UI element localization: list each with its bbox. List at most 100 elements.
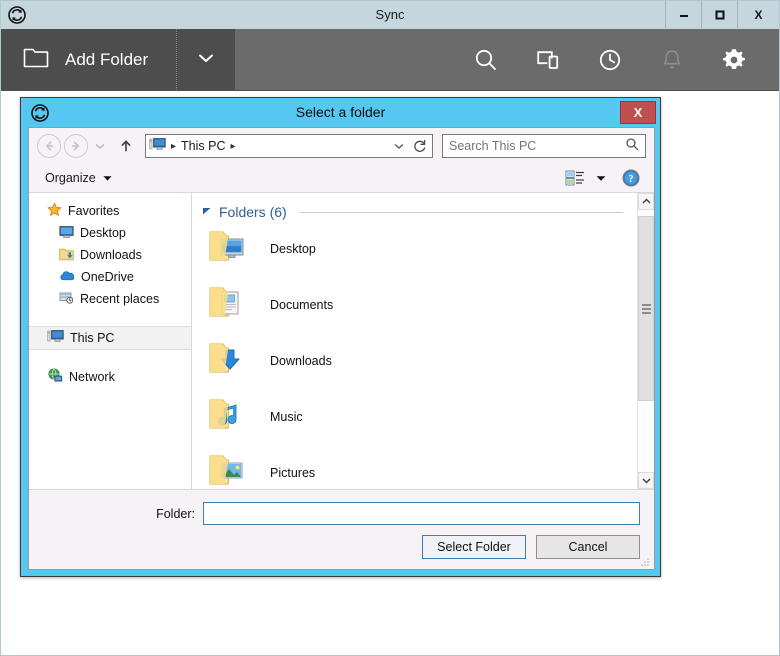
close-button[interactable]: X	[737, 1, 779, 28]
forward-button[interactable]	[64, 134, 88, 158]
desktop-monitor-icon	[59, 225, 74, 242]
gear-settings-icon[interactable]	[703, 29, 765, 91]
folder-item-music[interactable]: Music	[192, 389, 637, 445]
sidebar-item-desktop[interactable]: Desktop	[29, 222, 191, 244]
folders-group-header[interactable]: Folders (6)	[192, 193, 637, 221]
close-button-label: X	[754, 7, 763, 22]
sidebar-item-favorites[interactable]: Favorites	[29, 200, 191, 222]
sidebar-label: Downloads	[80, 248, 142, 262]
organize-label: Organize	[45, 171, 96, 185]
sidebar-item-downloads[interactable]: Downloads	[29, 244, 191, 266]
explorer-content: Favorites Desktop Downloads OneDrive Rec…	[29, 193, 654, 489]
back-button[interactable]	[37, 134, 61, 158]
add-folder-dropdown-button[interactable]	[177, 29, 235, 90]
sidebar-item-recent-places[interactable]: Recent places	[29, 288, 191, 310]
search-icon[interactable]	[625, 137, 639, 156]
toolbar-icon-group	[455, 29, 779, 90]
search-box[interactable]	[442, 134, 646, 158]
app-toolbar: Add Folder	[1, 29, 779, 91]
title-bar: Sync X	[1, 1, 779, 29]
window-controls: X	[665, 1, 779, 29]
refresh-icon[interactable]	[411, 139, 429, 153]
this-pc-icon	[149, 137, 166, 155]
folder-label: Music	[270, 410, 303, 424]
sidebar-label: OneDrive	[81, 270, 134, 284]
recent-places-icon	[59, 291, 74, 308]
dialog-title-bar: Select a folder X	[21, 98, 660, 127]
folder-pictures-icon	[208, 451, 252, 490]
folder-item-downloads[interactable]: Downloads	[192, 333, 637, 389]
dialog-title: Select a folder	[295, 104, 386, 120]
devices-icon[interactable]	[517, 29, 579, 91]
folder-label: Downloads	[270, 354, 332, 368]
folder-item-pictures[interactable]: Pictures	[192, 445, 637, 489]
folder-label: Documents	[270, 298, 334, 312]
this-pc-icon	[47, 329, 64, 347]
search-input[interactable]	[449, 139, 625, 153]
minimize-button[interactable]	[665, 1, 701, 28]
triangle-collapse-icon[interactable]	[202, 203, 212, 221]
onedrive-cloud-icon	[59, 269, 75, 285]
maximize-button[interactable]	[701, 1, 737, 28]
star-favorites-icon	[47, 202, 62, 220]
breadcrumb-sep-1: ▸	[171, 140, 177, 152]
help-question-icon[interactable]: ?	[618, 167, 644, 189]
up-one-level-button[interactable]	[114, 134, 138, 158]
dialog-close-label: X	[633, 105, 643, 120]
view-layout-icon[interactable]	[562, 167, 590, 189]
scrollbar-thumb[interactable]	[638, 216, 654, 401]
organize-button[interactable]: Organize	[39, 169, 118, 187]
group-divider	[299, 211, 623, 213]
sidebar-item-onedrive[interactable]: OneDrive	[29, 266, 191, 288]
sidebar-label: Network	[69, 370, 115, 384]
tree-gap	[29, 350, 191, 366]
sync-application-window: Sync X Add Folder Select a folder X ▸ Th…	[0, 0, 780, 656]
file-list-pane: Folders (6) Desktop Documents Downloads …	[192, 193, 637, 489]
sidebar-label: Recent places	[80, 292, 160, 306]
folder-label: Pictures	[270, 466, 316, 480]
address-bar[interactable]: ▸ This PC ▸	[145, 134, 433, 158]
select-folder-button[interactable]: Select Folder	[422, 535, 526, 559]
search-icon[interactable]	[455, 29, 517, 91]
dialog-footer: Folder: Select Folder Cancel	[29, 489, 654, 569]
svg-text:?: ?	[629, 174, 634, 185]
folder-item-documents[interactable]: Documents	[192, 277, 637, 333]
dialog-buttons: Select Folder Cancel	[29, 525, 654, 559]
sidebar-item-this-pc[interactable]: This PC	[29, 326, 191, 350]
add-folder-button[interactable]: Add Folder	[1, 29, 177, 90]
history-clock-icon[interactable]	[579, 29, 641, 91]
scrollbar-track[interactable]	[638, 210, 654, 472]
vertical-scrollbar[interactable]	[637, 193, 654, 489]
folder-documents-icon	[208, 283, 252, 328]
view-dropdown-button[interactable]	[590, 167, 612, 189]
network-globe-icon	[47, 368, 63, 386]
folder-item-desktop[interactable]: Desktop	[192, 221, 637, 277]
dialog-close-button[interactable]: X	[620, 101, 656, 124]
cancel-button[interactable]: Cancel	[536, 535, 640, 559]
breadcrumb: ▸ This PC ▸	[149, 137, 236, 155]
bell-notification-icon[interactable]	[641, 29, 703, 91]
folder-label: Desktop	[270, 242, 316, 256]
navigation-bar: ▸ This PC ▸	[29, 128, 654, 164]
add-folder-label: Add Folder	[65, 49, 149, 69]
scroll-up-arrow-icon[interactable]	[638, 193, 654, 210]
group-title: Folders (6)	[219, 204, 287, 220]
folder-input[interactable]	[203, 502, 640, 525]
window-title: Sync	[375, 7, 405, 22]
sidebar-label: Favorites	[68, 204, 120, 218]
tree-gap	[29, 310, 191, 326]
folder-field-row: Folder:	[29, 490, 654, 525]
breadcrumb-sep-2[interactable]: ▸	[230, 141, 235, 152]
sync-circular-arrows-icon	[3, 1, 31, 29]
downloads-folder-icon	[59, 247, 74, 264]
dialog-body: ▸ This PC ▸ Search This PC Organize ? Fa…	[28, 127, 655, 570]
scroll-down-arrow-icon[interactable]	[638, 472, 654, 489]
folder-field-label: Folder:	[156, 506, 195, 521]
breadcrumb-this-pc[interactable]: This PC	[181, 139, 225, 153]
chevron-down-icon[interactable]	[391, 141, 407, 151]
recent-locations-button[interactable]	[91, 134, 109, 158]
sidebar-label: Desktop	[80, 226, 126, 240]
resize-grip-icon[interactable]	[639, 555, 651, 567]
sidebar-item-network[interactable]: Network	[29, 366, 191, 388]
